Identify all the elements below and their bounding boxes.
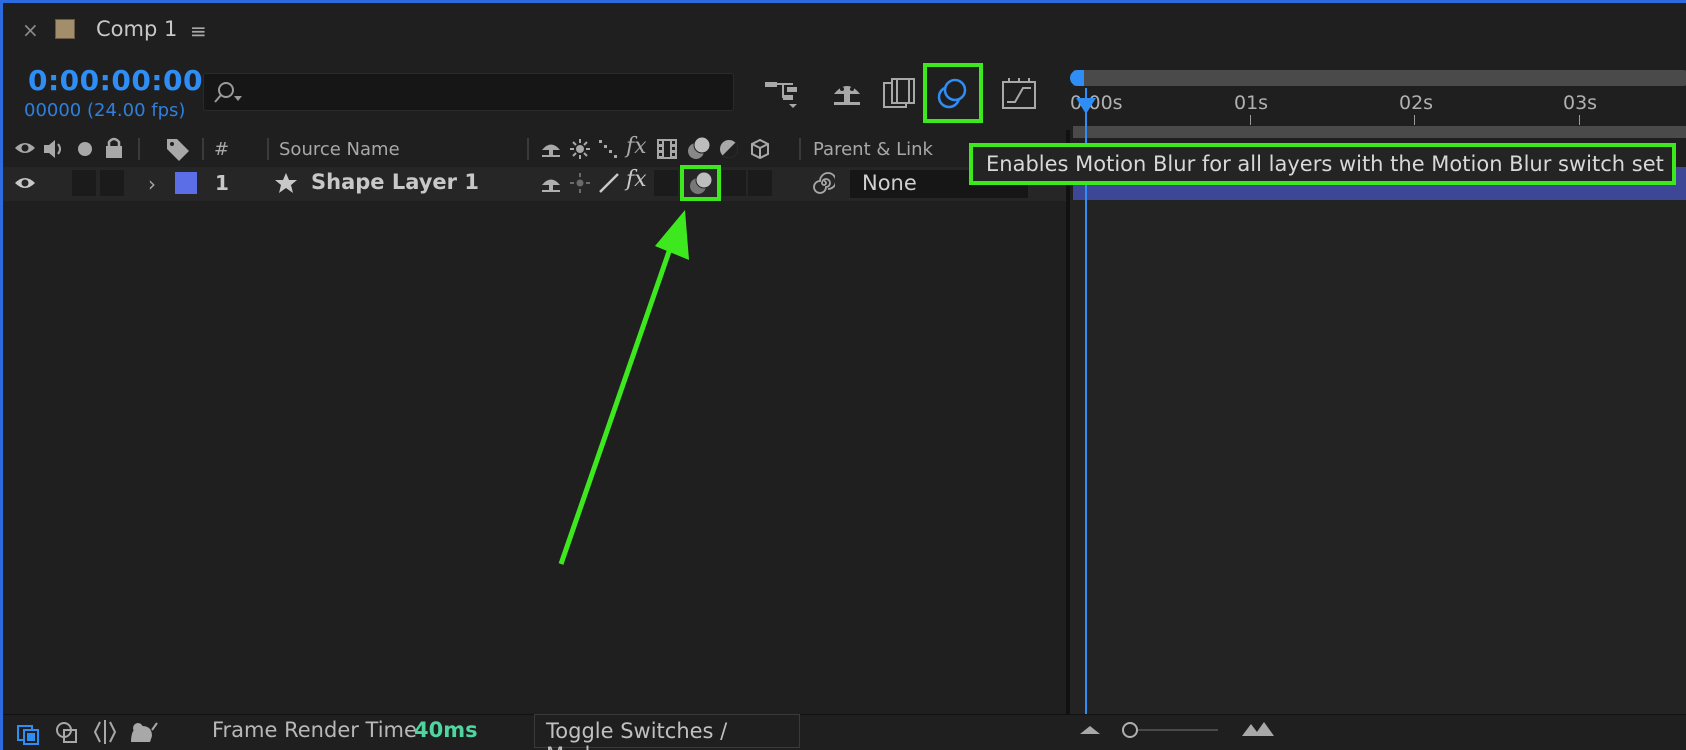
parent-pick-whip-icon[interactable]	[813, 172, 835, 194]
layer-solo-toggle[interactable]	[72, 170, 96, 196]
layer-switches-pane-icon[interactable]	[16, 720, 42, 746]
ruler-tick	[1250, 115, 1251, 125]
current-time-display[interactable]: 0:00:00:00	[28, 64, 203, 97]
annotation-arrow-icon	[555, 210, 695, 570]
motion-blur-highlight	[923, 63, 983, 123]
column-number-header: #	[214, 139, 230, 160]
column-separator	[267, 138, 269, 160]
frame-blending-icon[interactable]	[880, 74, 918, 112]
column-parent-link-header[interactable]: Parent & Link	[813, 139, 933, 160]
column-separator	[799, 138, 801, 160]
column-separator	[202, 138, 204, 160]
frame-render-time-value: 40ms	[414, 718, 478, 742]
solo-icon[interactable]	[77, 141, 93, 157]
zoom-in-icon[interactable]	[1240, 720, 1276, 738]
work-area-start-handle[interactable]	[1070, 70, 1084, 86]
panel-menu-icon[interactable]: ≡	[190, 19, 207, 43]
close-tab-button[interactable]: ×	[22, 18, 39, 42]
shape-layer-star-icon	[274, 172, 298, 194]
comp-color-swatch	[55, 19, 75, 39]
effects-switch-icon: fx	[626, 134, 647, 159]
draft-3d-icon[interactable]	[762, 74, 800, 112]
zoom-slider-knob[interactable]	[1122, 722, 1138, 738]
zoom-slider-track[interactable]	[1130, 729, 1218, 731]
layer-frame-blend-toggle[interactable]	[654, 170, 678, 196]
layer-motion-blur-highlight	[680, 165, 721, 201]
layer-adjustment-toggle[interactable]	[722, 170, 746, 196]
ruler-tick	[1579, 115, 1580, 125]
layer-lock-toggle[interactable]	[100, 170, 124, 196]
column-source-name-header[interactable]: Source Name	[279, 139, 400, 160]
transfer-controls-pane-icon[interactable]	[54, 720, 80, 746]
adjustment-layer-switch-icon	[719, 139, 739, 159]
column-separator	[138, 138, 140, 160]
graph-editor-icon[interactable]	[1000, 74, 1038, 112]
frame-blend-switch-icon	[656, 138, 678, 160]
ruler-tick	[1414, 115, 1415, 125]
work-area-bar[interactable]	[1073, 70, 1686, 86]
search-input[interactable]	[203, 73, 734, 111]
audio-icon[interactable]	[42, 138, 66, 160]
comp-tab-title[interactable]: Comp 1	[96, 17, 177, 41]
timeline-area[interactable]	[1070, 200, 1686, 714]
eye-icon[interactable]	[14, 138, 36, 158]
3d-layer-switch-icon	[749, 138, 771, 160]
layer-name[interactable]: Shape Layer 1	[311, 170, 479, 194]
layer-shy-switch-icon[interactable]	[540, 174, 562, 194]
column-separator	[527, 138, 529, 160]
collapse-switch-icon	[570, 139, 590, 159]
expand-chevron-icon[interactable]: ›	[148, 172, 156, 196]
ruler-tick-label: 01s	[1234, 92, 1269, 114]
frame-render-time-label: Frame Render Time	[212, 718, 417, 742]
frame-count-display: 00000 (24.00 fps)	[24, 100, 186, 121]
quality-switch-icon	[598, 139, 620, 159]
ruler-tick-label: 02s	[1399, 92, 1434, 114]
parent-dropdown-value: None	[862, 171, 917, 195]
layer-label-color[interactable]	[175, 172, 197, 194]
motion-blur-tooltip: Enables Motion Blur for all layers with …	[969, 143, 1676, 185]
playhead-handle-icon[interactable]	[1075, 96, 1097, 116]
layer-index: 1	[215, 171, 229, 195]
render-time-pane-icon[interactable]	[128, 720, 158, 744]
in-out-duration-pane-icon[interactable]	[92, 718, 118, 746]
layer-effects-switch-icon[interactable]: fx	[626, 167, 647, 192]
time-navigator-bar[interactable]	[1073, 126, 1686, 138]
composition-tab-bar	[3, 3, 1686, 59]
lock-icon[interactable]	[104, 137, 124, 159]
layer-quality-switch-icon[interactable]	[598, 172, 620, 194]
layer-3d-toggle[interactable]	[748, 170, 772, 196]
layer-collapse-switch-icon[interactable]	[570, 173, 590, 193]
shy-switch-icon	[540, 139, 562, 159]
motion-blur-switch-icon	[686, 136, 712, 160]
shy-layers-icon[interactable]	[828, 74, 866, 112]
label-tag-icon[interactable]	[165, 137, 191, 161]
toggle-switches-modes-button[interactable]: Toggle Switches / Modes	[534, 714, 800, 750]
layer-visibility-icon[interactable]	[14, 173, 36, 193]
ruler-tick-label: 03s	[1563, 92, 1598, 114]
search-icon	[214, 80, 250, 106]
zoom-out-icon[interactable]	[1078, 722, 1102, 736]
